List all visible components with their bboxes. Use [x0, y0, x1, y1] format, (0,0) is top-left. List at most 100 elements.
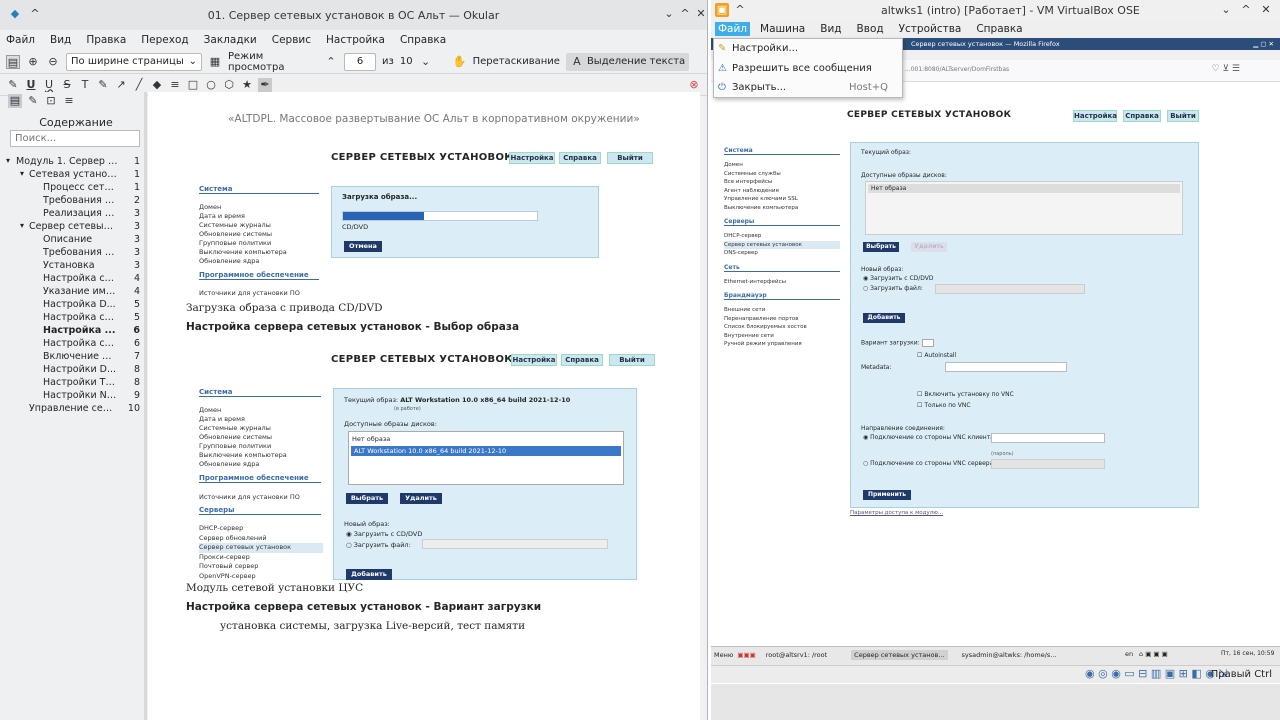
inline-note-icon[interactable]: ✎: [96, 78, 110, 92]
guest-select-btn[interactable]: Выбрать: [863, 242, 899, 252]
maximize-icon[interactable]: ^: [1239, 3, 1253, 17]
zoom-mode-select[interactable]: По ширине страницы ⌄: [66, 52, 202, 71]
vbox-titlebar[interactable]: ▣ ^ altwks1 (intro) [Работает] - VM Virt…: [711, 0, 1280, 20]
chevron-down-icon[interactable]: ▾: [6, 156, 10, 165]
maximize-icon[interactable]: ^: [678, 7, 692, 21]
toc-item[interactable]: Требования к... 3: [8, 247, 144, 260]
toc-item[interactable]: Реализация с... 3: [8, 208, 144, 221]
page-number-input[interactable]: 6: [344, 52, 376, 71]
rectangle-icon[interactable]: □: [186, 78, 200, 92]
guest-nav-item[interactable]: Домен: [724, 161, 840, 170]
toc-item[interactable]: Установка 3: [8, 260, 144, 273]
toc-item[interactable]: ▾ Модуль 1. Сервер се... 1: [6, 156, 144, 169]
toc-item[interactable]: Указание име... 4: [8, 286, 144, 299]
guest-nav-item[interactable]: DHCP-сервер: [724, 232, 840, 241]
guest-footer-link[interactable]: Параметры доступа к модулю...: [850, 510, 943, 516]
highlighter-icon[interactable]: ✎: [6, 78, 20, 92]
taskbar-launcher-icons[interactable]: ▣▣▣: [737, 651, 755, 659]
close-icon[interactable]: ✕: [1259, 3, 1273, 17]
ff-toolbar-icons[interactable]: ♡ ⊻ ☰: [1212, 64, 1240, 74]
guest-help-btn[interactable]: Справка: [1123, 110, 1161, 122]
chevron-down-icon[interactable]: ▾: [20, 221, 24, 230]
guest-images-listbox[interactable]: Нет образа: [865, 181, 1183, 235]
menu-item-settings[interactable]: ✎ Настройки...: [714, 39, 902, 59]
toc-item[interactable]: ▾ Сервер сетевых ... 3: [8, 221, 144, 234]
underline-icon[interactable]: U: [24, 78, 38, 92]
taskbar-task-3[interactable]: sysadmin@altwks: /home/s...: [962, 651, 1057, 659]
toc-item[interactable]: Описание 3: [8, 234, 144, 247]
guest-nav-item[interactable]: Выключение компьютера: [724, 204, 840, 213]
guest-nav-item[interactable]: Внешние сети: [724, 306, 840, 315]
guest-nav-item[interactable]: Системные службы: [724, 170, 840, 179]
guest-nav-item[interactable]: Ручной режим управления: [724, 340, 840, 349]
toc-item[interactable]: Настройки TF... 8: [8, 377, 144, 390]
menu-tools[interactable]: Сервис: [272, 34, 311, 46]
guest-nav-item[interactable]: Управление ключами SSL: [724, 195, 840, 204]
star-icon[interactable]: ★: [240, 78, 254, 92]
menu-item-allow-messages[interactable]: ⚠ Разрешить все сообщения: [714, 59, 902, 79]
guest-apply-btn[interactable]: Применить: [863, 490, 911, 500]
keep-above-icon[interactable]: ^: [733, 3, 747, 17]
annotations-tab-icon[interactable]: ✎: [26, 94, 40, 108]
menu-help[interactable]: Справка: [400, 34, 446, 46]
toc-tab-icon[interactable]: ≡: [62, 94, 76, 108]
ellipse-icon[interactable]: ○: [204, 78, 218, 92]
align-left-icon[interactable]: ≡: [168, 78, 182, 92]
guest-nav-item[interactable]: DNS-сервер: [724, 249, 840, 258]
minimize-icon[interactable]: ⌄: [662, 7, 676, 21]
polygon-icon[interactable]: ⬡: [222, 78, 236, 92]
guest-settings-btn[interactable]: Настройка: [1073, 110, 1117, 122]
guest-nav-item[interactable]: Сервер сетевых установок: [724, 240, 840, 249]
guest-metadata-input[interactable]: [945, 362, 1067, 372]
close-toolbar-icon[interactable]: ⊗: [687, 78, 701, 92]
squiggle-icon[interactable]: U: [42, 78, 56, 92]
splitter[interactable]: [144, 92, 147, 720]
typewriter-icon[interactable]: T: [78, 78, 92, 92]
text-select-tool[interactable]: A Выделение текста: [565, 52, 690, 71]
ff-window-buttons[interactable]: ▁ ▢ ✕: [1253, 38, 1274, 50]
guest-nav-item[interactable]: Список блокируемых хостов: [724, 323, 840, 332]
toc-item[interactable]: Процесс сете... 1: [8, 182, 144, 195]
guest-variant-select[interactable]: [921, 339, 934, 347]
menu-settings[interactable]: Настройка: [326, 34, 385, 46]
next-page-icon[interactable]: ⌄: [419, 55, 433, 69]
menu-view[interactable]: Вид: [50, 34, 71, 46]
toc-item[interactable]: Настройки D... 8: [8, 364, 144, 377]
guest-opt-cd[interactable]: ◉ Загрузить с CD/DVD: [863, 275, 934, 282]
guest-nav-item[interactable]: Все интерфейсы: [724, 178, 840, 187]
toc-search-input[interactable]: [10, 130, 140, 147]
taskbar-task-1[interactable]: root@altsrv1: /root: [766, 651, 827, 659]
guest-add-btn[interactable]: Добавить: [863, 313, 905, 323]
guest-nav-item[interactable]: Ethernet-интерфейсы: [724, 278, 840, 287]
chevron-down-icon[interactable]: ▾: [20, 169, 24, 178]
guest-from-client[interactable]: ◉ Подключение со стороны VNC клиента: [863, 434, 994, 441]
vbox-menu-machine[interactable]: Машина: [760, 23, 805, 35]
vbox-menu-devices[interactable]: Устройства: [899, 23, 962, 35]
toc-item[interactable]: Настройка ... 6: [8, 325, 144, 338]
guest-nav-item[interactable]: Внутренние сети: [724, 332, 840, 341]
prev-page-icon[interactable]: ⌃: [324, 55, 338, 69]
zoom-in-icon[interactable]: ⊕: [26, 55, 40, 69]
guest-nav-item[interactable]: Агент наблюдения: [724, 187, 840, 196]
toc-item[interactable]: Управление сер... 10: [8, 403, 144, 416]
menu-item-close[interactable]: ⏻ Закрыть... Host+Q: [714, 78, 902, 98]
okular-titlebar[interactable]: ◆ ^ 01. Сервер сетевых установок в ОС Ал…: [0, 0, 707, 30]
toc-item[interactable]: Настройка ст... 4: [8, 273, 144, 286]
vbox-menu-file[interactable]: Файл: [715, 22, 751, 36]
minimize-icon[interactable]: ⌄: [1219, 3, 1233, 17]
zoom-out-icon[interactable]: ⊖: [46, 55, 60, 69]
arrow-icon[interactable]: ↗: [114, 78, 128, 92]
line-icon[interactable]: ╱: [132, 78, 146, 92]
menu-file[interactable]: Файл: [6, 34, 35, 46]
vbox-menu-help[interactable]: Справка: [976, 23, 1022, 35]
menu-go[interactable]: Переход: [141, 34, 188, 46]
toc-item[interactable]: ▾ Сетевая установка 1: [8, 169, 144, 182]
drag-tool-button[interactable]: Перетаскивание: [473, 56, 560, 67]
toc-item[interactable]: Настройка се... 6: [8, 338, 144, 351]
guest-vnc-only[interactable]: ☐ Только по VNC: [917, 402, 971, 409]
toc-item[interactable]: Включение р... 7: [8, 351, 144, 364]
taskbar-lang[interactable]: en: [1125, 650, 1133, 658]
guest-client-input[interactable]: [991, 433, 1105, 443]
guest-autoinstall[interactable]: ☐ Autoinstall: [917, 352, 956, 359]
stamp-icon[interactable]: ◆: [150, 78, 164, 92]
